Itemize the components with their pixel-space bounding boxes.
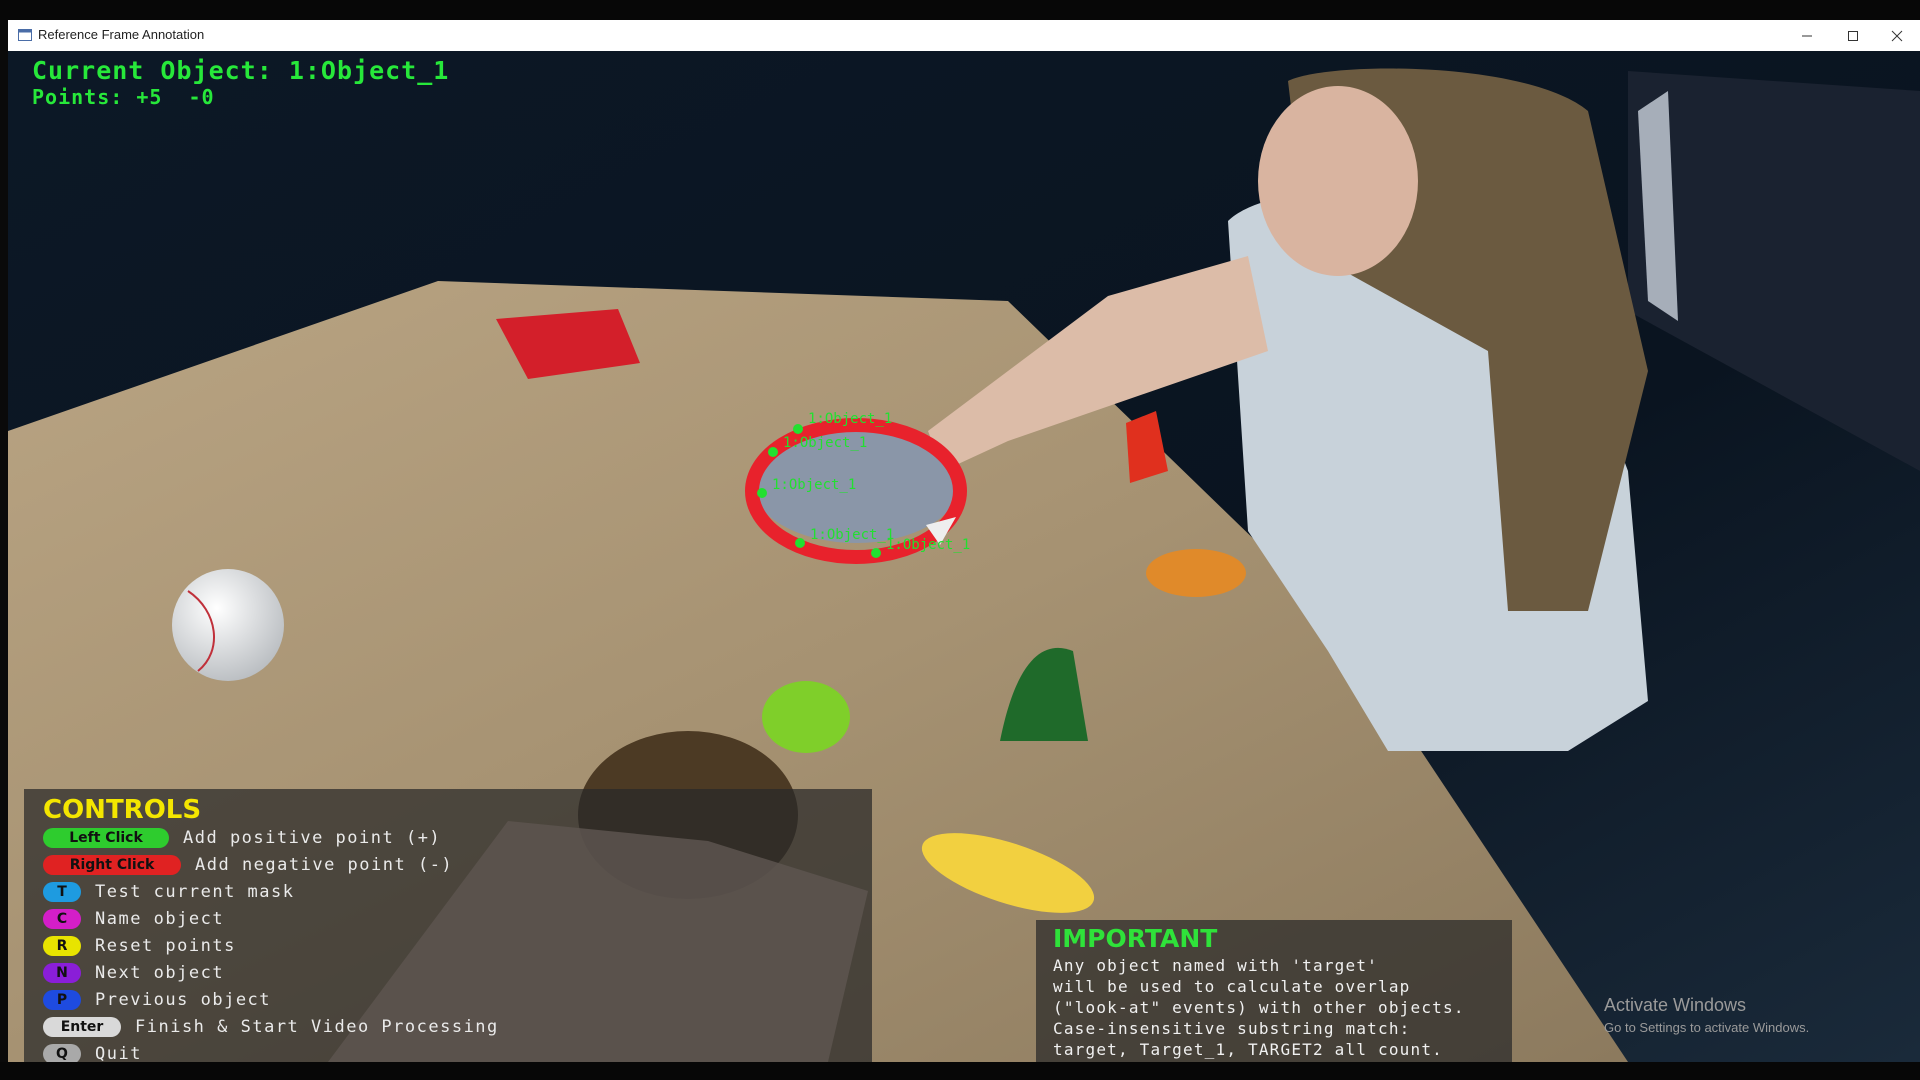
controls-title: CONTROLS xyxy=(43,795,202,825)
control-description: Add negative point (-) xyxy=(195,855,454,875)
c-key-badge: C xyxy=(43,909,81,929)
control-row-reset-points: R Reset points xyxy=(43,934,236,958)
p-key-badge: P xyxy=(43,990,81,1010)
important-line: Any object named with 'target' xyxy=(1053,956,1378,975)
point-label: 1:Object_1 xyxy=(772,477,856,493)
watermark-title: Activate Windows xyxy=(1604,995,1747,1015)
important-line: target, Target_1, TARGET2 all count. xyxy=(1053,1040,1443,1059)
points-counter: Points: +5 -0 xyxy=(32,85,215,109)
minimize-button[interactable] xyxy=(1784,20,1830,51)
positive-point-marker[interactable] xyxy=(793,424,803,434)
point-label: 1:Object_1 xyxy=(783,435,867,451)
close-icon xyxy=(1891,30,1903,41)
control-description: Quit xyxy=(95,1044,142,1062)
person-face xyxy=(1258,86,1418,276)
control-row-previous-object: P Previous object xyxy=(43,988,271,1012)
control-row-name-object: C Name object xyxy=(43,907,224,931)
important-title: IMPORTANT xyxy=(1053,924,1218,953)
watermark-subtitle: Go to Settings to activate Windows. xyxy=(1604,1020,1810,1035)
positive-point-marker[interactable] xyxy=(768,447,778,457)
control-description: Add positive point (+) xyxy=(183,828,442,848)
control-row-right-click: Right Click Add negative point (-) xyxy=(43,853,453,877)
video-frame-canvas[interactable]: 1:Object_1 1:Object_1 1:Object_1 1:Objec… xyxy=(8,51,1920,1062)
control-description: Name object xyxy=(95,909,225,929)
control-row-test-mask: T Test current mask xyxy=(43,880,295,904)
title-bar[interactable]: Reference Frame Annotation xyxy=(8,20,1920,52)
control-description: Next object xyxy=(95,963,225,983)
important-line: will be used to calculate overlap xyxy=(1053,977,1411,996)
important-line: Case-insensitive substring match: xyxy=(1053,1019,1411,1038)
left-click-key-badge: Left Click xyxy=(43,828,169,848)
positive-point-marker[interactable] xyxy=(795,538,805,548)
baseball xyxy=(172,569,284,681)
positive-point-marker[interactable] xyxy=(757,488,767,498)
important-panel: IMPORTANT Any object named with 'target'… xyxy=(1036,920,1512,1062)
window-title: Reference Frame Annotation xyxy=(38,27,205,42)
orange-toy xyxy=(1146,549,1246,597)
r-key-badge: R xyxy=(43,936,81,956)
t-key-badge: T xyxy=(43,882,81,902)
screen-top-band xyxy=(0,0,1920,20)
controls-panel: CONTROLS Left Click Add positive point (… xyxy=(24,789,872,1062)
control-row-left-click: Left Click Add positive point (+) xyxy=(43,826,441,850)
control-row-next-object: N Next object xyxy=(43,961,224,985)
annotation-window: Reference Frame Annotation 1:Object_1 1:… xyxy=(8,20,1920,1062)
control-description: Previous object xyxy=(95,990,272,1010)
minimize-icon xyxy=(1802,35,1812,36)
q-key-badge: Q xyxy=(43,1044,81,1062)
control-description: Finish & Start Video Processing xyxy=(135,1017,499,1037)
control-description: Reset points xyxy=(95,936,236,956)
activate-windows-watermark: Activate Windows Go to Settings to activ… xyxy=(1604,995,1809,1035)
enter-key-badge: Enter xyxy=(43,1017,121,1037)
point-label: 1:Object_1 xyxy=(808,411,892,427)
point-label: 1:Object_1 xyxy=(810,527,894,543)
control-row-finish: Enter Finish & Start Video Processing xyxy=(43,1015,499,1039)
positive-point-marker[interactable] xyxy=(871,548,881,558)
point-label: 1:Object_1 xyxy=(886,537,970,553)
screen-bottom-band xyxy=(0,1062,1920,1080)
control-description: Test current mask xyxy=(95,882,295,902)
maximize-button[interactable] xyxy=(1830,20,1876,51)
maximize-icon xyxy=(1848,30,1858,41)
right-click-key-badge: Right Click xyxy=(43,855,181,875)
green-toy xyxy=(762,681,850,753)
n-key-badge: N xyxy=(43,963,81,983)
app-icon xyxy=(18,29,32,41)
important-line: ("look-at" events) with other objects. xyxy=(1053,998,1465,1017)
control-row-quit: Q Quit xyxy=(43,1042,142,1062)
close-button[interactable] xyxy=(1874,20,1920,51)
current-object-label: Current Object: 1:Object_1 xyxy=(32,56,450,85)
